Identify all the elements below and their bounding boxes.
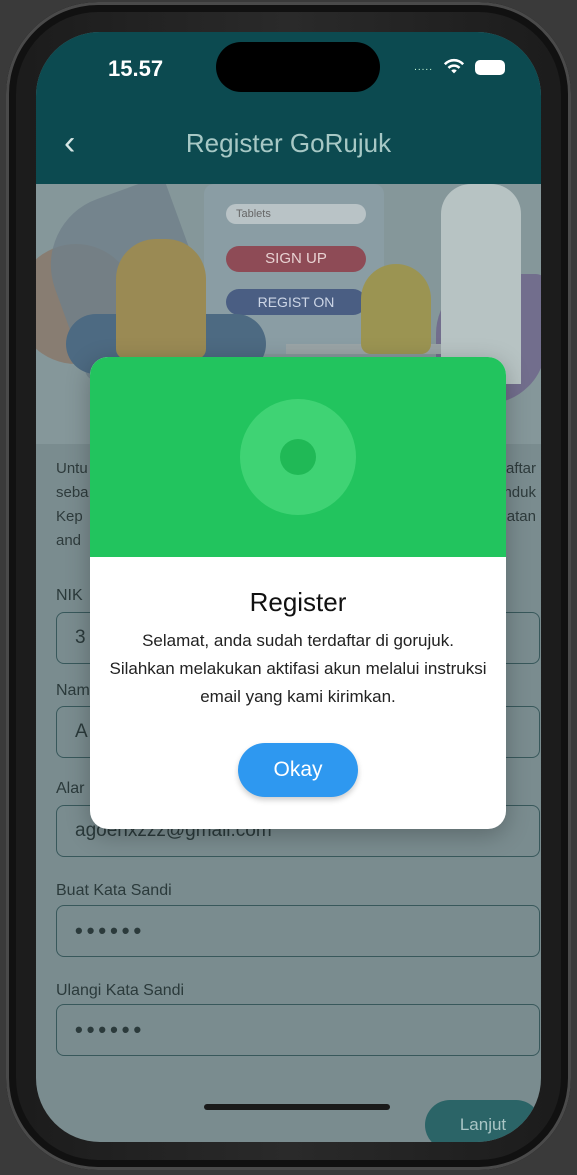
- dialog-header: [90, 357, 506, 557]
- repeat-password-label: Ulangi Kata Sandi: [56, 982, 185, 999]
- signal-icon: .....: [414, 61, 433, 73]
- intro-line: and: [56, 532, 82, 549]
- illustration-field: Tablets: [226, 204, 366, 224]
- home-indicator[interactable]: [204, 1104, 390, 1110]
- success-icon-center: [280, 439, 316, 475]
- nik-label: NIK: [56, 587, 83, 604]
- intro-line-right: aftar: [505, 460, 536, 477]
- page-title: Register GoRujuk: [185, 128, 392, 158]
- wifi-icon: [443, 58, 465, 74]
- top-bar: 15.57 ..... ‹ Register GoRujuk: [36, 32, 541, 184]
- intro-line-right: nduk: [503, 484, 536, 501]
- intro-line: seba: [56, 484, 89, 501]
- repeat-password-input[interactable]: ••••••: [56, 1004, 540, 1056]
- dialog-title: Register: [249, 587, 347, 617]
- intro-line: Kep: [56, 508, 83, 525]
- illustration-person: [361, 264, 431, 354]
- email-label: Alar: [56, 780, 85, 797]
- register-success-dialog: Register Selamat, anda sudah terdaftar d…: [90, 357, 506, 829]
- illustration-signup: SIGN UP: [226, 246, 366, 272]
- illustration-doctor: [441, 184, 521, 384]
- battery-icon: [475, 59, 505, 75]
- okay-button[interactable]: Okay: [238, 743, 358, 797]
- status-icons: .....: [414, 58, 505, 76]
- dialog-message: Selamat, anda sudah terdaftar di gorujuk…: [109, 631, 487, 706]
- intro-line-right: atan: [506, 508, 536, 525]
- dynamic-island: [216, 42, 380, 92]
- intro-line: Untu: [56, 460, 88, 477]
- next-button[interactable]: Lanjut: [425, 1100, 541, 1142]
- create-password-input[interactable]: ••••••: [56, 905, 540, 957]
- create-password-label: Buat Kata Sandi: [56, 882, 172, 899]
- illustration-person: [116, 239, 206, 359]
- status-time: 15.57: [108, 56, 164, 81]
- nama-label: Nam: [56, 682, 90, 699]
- illustration-register: REGIST ON: [226, 289, 366, 315]
